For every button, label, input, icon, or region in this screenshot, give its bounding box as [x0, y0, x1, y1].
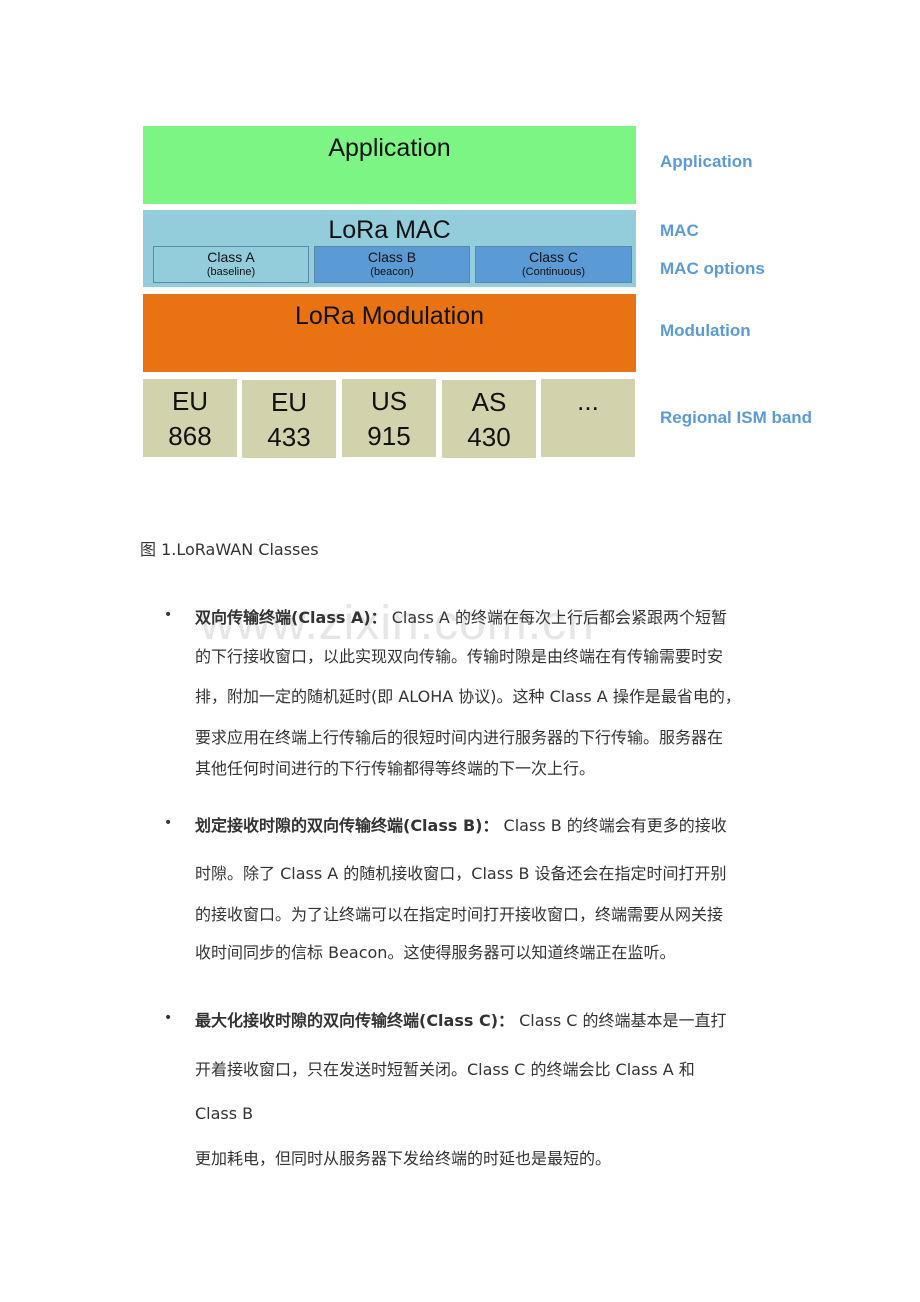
modulation-layer: LoRa Modulation: [143, 294, 636, 372]
class-c-sub: (Continuous): [522, 266, 585, 278]
bullet-line: Class B: [195, 1104, 254, 1123]
side-label-regional: Regional ISM band: [660, 408, 813, 427]
mac-layer-label: LoRa MAC: [328, 216, 451, 244]
class-c-name: Class C: [528, 249, 578, 265]
band-region: AS: [471, 387, 507, 417]
band-as430: AS 430: [442, 380, 536, 458]
bullet-line: 划定接收时隙的双向传输终端(Class B)： Class B 的终端会有更多的…: [195, 816, 727, 835]
band-region: US: [370, 386, 408, 416]
band-frequency: 868: [168, 421, 212, 451]
band-eu868: EU 868: [143, 379, 237, 457]
bullet-line: 双向传输终端(Class A)： Class A 的终端在每次上行后都会紧跟两个…: [195, 608, 727, 627]
band-frequency: 433: [267, 422, 311, 452]
side-label-mac: MAC: [660, 221, 699, 240]
band-ellipsis: ...: [577, 386, 599, 416]
class-a-sub: (baseline): [206, 266, 256, 278]
class-b-box: Class B (beacon): [314, 246, 470, 283]
bullet-icon: •: [164, 1010, 173, 1026]
band-region: EU: [171, 386, 209, 416]
bullet-title: 划定接收时隙的双向传输终端(Class B)：: [195, 816, 499, 835]
band-eu433: EU 433: [242, 380, 336, 458]
class-a-box: Class A (baseline): [153, 246, 309, 283]
band-region: EU: [270, 387, 308, 417]
band-us915: US 915: [342, 379, 436, 457]
mac-layer: LoRa MAC Class A (baseline) Class B (bea…: [143, 210, 636, 287]
bullet-line: 其他任何时间进行的下行传输都得等终端的下一次上行。: [195, 759, 596, 778]
bullet-title: 最大化接收时隙的双向传输终端(Class C)：: [195, 1011, 515, 1030]
bullet-line: 要求应用在终端上行传输后的很短时间内进行服务器的下行传输。服务器在: [195, 728, 724, 747]
bullet-line: 的接收窗口。为了让终端可以在指定时间打开接收窗口，终端需要从网关接: [195, 905, 724, 924]
class-b-name: Class B: [367, 249, 417, 265]
lorawan-stack-diagram: Application LoRa MAC Class A (baseline) …: [0, 0, 920, 470]
bullet-icon: •: [164, 607, 173, 623]
band-more: ...: [541, 379, 635, 457]
bullet-line: 的下行接收窗口，以此实现双向传输。传输时隙是由终端在有传输需要时安: [195, 647, 724, 666]
bullet-line: 最大化接收时隙的双向传输终端(Class C)： Class C 的终端基本是一…: [195, 1011, 727, 1030]
class-c-box: Class C (Continuous): [475, 246, 632, 283]
bullet-title: 双向传输终端(Class A)：: [195, 608, 387, 627]
bullet-icon: •: [164, 815, 173, 831]
class-a-name: Class A: [207, 249, 255, 265]
class-b-sub: (beacon): [370, 266, 414, 278]
bullet-line: 排，附加一定的随机延时(即 ALOHA 协议)。这种 Class A 操作是最省…: [195, 687, 741, 706]
modulation-layer-label: LoRa Modulation: [294, 302, 484, 330]
application-layer: Application: [143, 126, 636, 204]
band-frequency: 915: [367, 421, 411, 451]
side-label-modulation: Modulation: [660, 321, 751, 340]
side-label-mac-options: MAC options: [660, 259, 765, 278]
bullet-line: 更加耗电，但同时从服务器下发给终端的时延也是最短的。: [195, 1149, 612, 1168]
side-label-application: Application: [660, 152, 753, 171]
application-layer-label: Application: [328, 134, 451, 162]
bullet-line: 开着接收窗口，只在发送时短暂关闭。Class C 的终端会比 Class A 和: [195, 1060, 695, 1079]
bullet-line: 时隙。除了 Class A 的随机接收窗口，Class B 设备还会在指定时间打…: [195, 864, 727, 883]
figure-caption: 图 1.LoRaWAN Classes: [140, 540, 319, 559]
band-frequency: 430: [467, 422, 511, 452]
bullet-line: 收时间同步的信标 Beacon。这使得服务器可以知道终端正在监听。: [195, 943, 676, 962]
